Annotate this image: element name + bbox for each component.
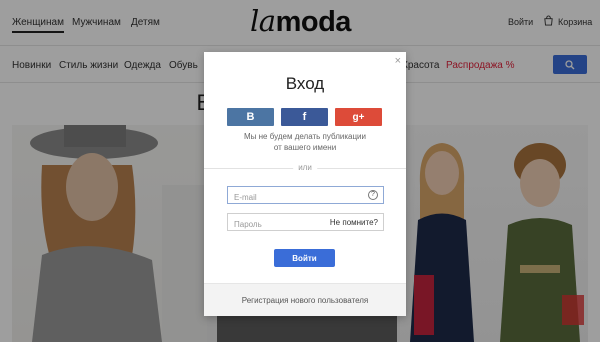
help-icon[interactable]: ?	[368, 190, 378, 200]
forgot-password-link[interactable]: Не помните?	[330, 218, 378, 227]
vk-login-button[interactable]: B	[227, 108, 274, 126]
login-modal: × Вход B f g+ Мы не будем делать публика…	[204, 52, 406, 316]
email-field: ?	[227, 186, 384, 206]
register-link[interactable]: Регистрация нового пользователя	[204, 283, 406, 316]
social-note: Мы не будем делать публикации от вашего …	[204, 131, 406, 153]
modal-title: Вход	[285, 74, 325, 93]
facebook-login-button[interactable]: f	[281, 108, 328, 126]
vk-icon: B	[246, 111, 255, 123]
login-button[interactable]: Войти	[274, 249, 335, 267]
social-note-line-1: Мы не будем делать публикации	[244, 132, 366, 141]
close-icon[interactable]: ×	[395, 55, 401, 67]
facebook-icon: f	[302, 111, 307, 123]
email-input[interactable]	[228, 189, 383, 206]
google-login-button[interactable]: g+	[335, 108, 382, 126]
divider-label: или	[293, 163, 317, 172]
password-field: Не помните?	[227, 213, 384, 233]
google-plus-icon: g+	[352, 111, 365, 123]
social-note-line-2: от вашего имени	[273, 143, 337, 152]
